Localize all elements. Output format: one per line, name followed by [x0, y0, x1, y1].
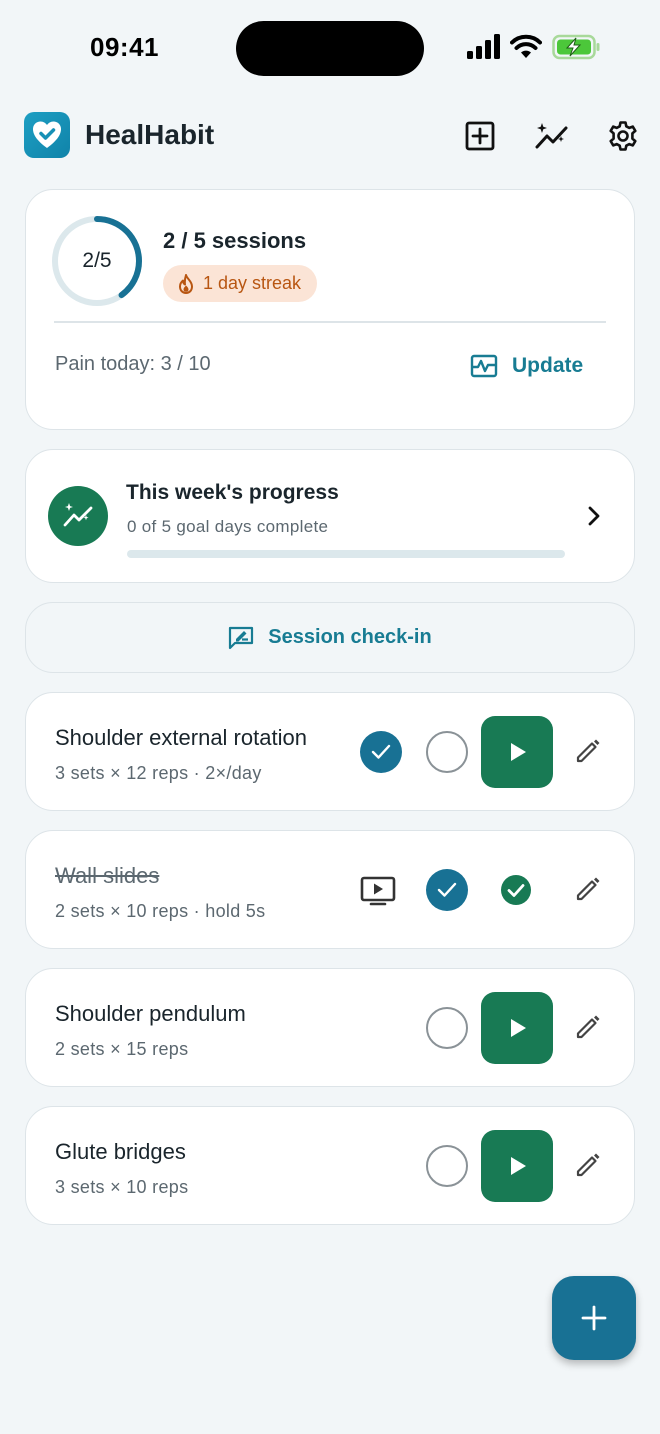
start-exercise-button[interactable] — [481, 716, 553, 788]
check-circle-icon — [501, 875, 531, 905]
exercise-detail: 2 sets × 15 reps — [55, 1039, 189, 1059]
session-done-toggle[interactable] — [426, 869, 468, 911]
exercise-name: Shoulder pendulum — [55, 1001, 246, 1026]
streak-badge: 1 day streak — [163, 265, 318, 302]
app-logo — [24, 112, 70, 158]
feedback-icon — [229, 626, 254, 649]
status-bar: 09:41 — [0, 0, 660, 96]
exercise-name: Glute bridges — [55, 1139, 186, 1164]
add-exercise-fab[interactable] — [552, 1276, 636, 1360]
session-1-done-toggle[interactable] — [360, 731, 402, 773]
wifi-icon — [510, 34, 542, 58]
heart-check-icon — [33, 121, 61, 148]
video-icon[interactable] — [360, 875, 396, 907]
edit-icon[interactable] — [575, 876, 601, 902]
exercise-card: Glute bridges 3 sets × 10 reps — [25, 1106, 635, 1225]
edit-icon[interactable] — [575, 1152, 601, 1178]
trend-sparkle-icon — [535, 123, 568, 149]
dynamic-island — [236, 21, 424, 76]
exercise-card: Shoulder pendulum 2 sets × 15 reps — [25, 968, 635, 1087]
status-time: 09:41 — [90, 32, 159, 62]
session-2-toggle[interactable] — [426, 731, 468, 773]
settings-button[interactable] — [603, 116, 643, 156]
signal-icon — [467, 34, 500, 59]
trends-button[interactable] — [530, 116, 570, 156]
app-title: HealHabit — [85, 119, 215, 150]
checkin-label: Session check-in — [268, 626, 432, 648]
sessions-ring-label: 2/5 — [82, 249, 112, 272]
exercise-name: Wall slides — [55, 863, 160, 888]
start-exercise-button[interactable] — [481, 992, 553, 1064]
trend-sparkle-icon — [63, 503, 93, 527]
heart-rate-chart-icon — [470, 354, 498, 378]
update-pain-button[interactable]: Update — [470, 346, 583, 386]
exercise-card: Shoulder external rotation 3 sets × 12 r… — [25, 692, 635, 811]
edit-icon[interactable] — [575, 1014, 601, 1040]
play-icon — [511, 743, 526, 761]
battery-charging-icon — [552, 34, 600, 60]
exercise-detail: 3 sets × 10 reps — [55, 1177, 189, 1197]
weekly-progress-subtitle: 0 of 5 goal days complete — [127, 517, 329, 536]
plus-icon — [581, 1305, 607, 1331]
play-icon — [511, 1019, 526, 1037]
weekly-progress-title: This week's progress — [126, 481, 339, 504]
update-label: Update — [512, 354, 584, 377]
session-toggle[interactable] — [426, 1145, 468, 1187]
edit-icon[interactable] — [575, 738, 601, 764]
start-exercise-button[interactable] — [481, 1130, 553, 1202]
session-toggle[interactable] — [426, 1007, 468, 1049]
flame-icon — [179, 273, 193, 294]
exercise-detail: 2 sets × 10 reps · hold 5s — [55, 901, 266, 921]
session-checkin-button[interactable]: Session check-in — [25, 602, 635, 673]
divider — [54, 321, 606, 323]
add-box-icon — [465, 121, 495, 151]
status-icons — [466, 34, 602, 64]
check-icon — [437, 882, 457, 897]
pain-today: Pain today: 3 / 10 — [55, 353, 211, 375]
app-header: HealHabit — [24, 112, 640, 160]
add-entry-button[interactable] — [460, 116, 500, 156]
weekly-progress-card[interactable]: This week's progress 0 of 5 goal days co… — [25, 449, 635, 583]
weekly-progress-bar — [127, 550, 565, 558]
gear-icon — [609, 121, 637, 151]
exercise-name: Shoulder external rotation — [55, 725, 307, 750]
exercise-detail: 3 sets × 12 reps · 2×/day — [55, 763, 262, 783]
play-icon — [511, 1157, 526, 1175]
sessions-count: 2 / 5 sessions — [163, 228, 307, 253]
chevron-right-icon — [588, 506, 600, 526]
exercise-card: Wall slides 2 sets × 10 reps · hold 5s — [25, 830, 635, 949]
progress-badge — [48, 486, 108, 546]
streak-text: 1 day streak — [203, 273, 302, 293]
check-icon — [371, 744, 391, 759]
daily-summary-card: 2/5 2 / 5 sessions 1 day streak Pain tod… — [25, 189, 635, 430]
